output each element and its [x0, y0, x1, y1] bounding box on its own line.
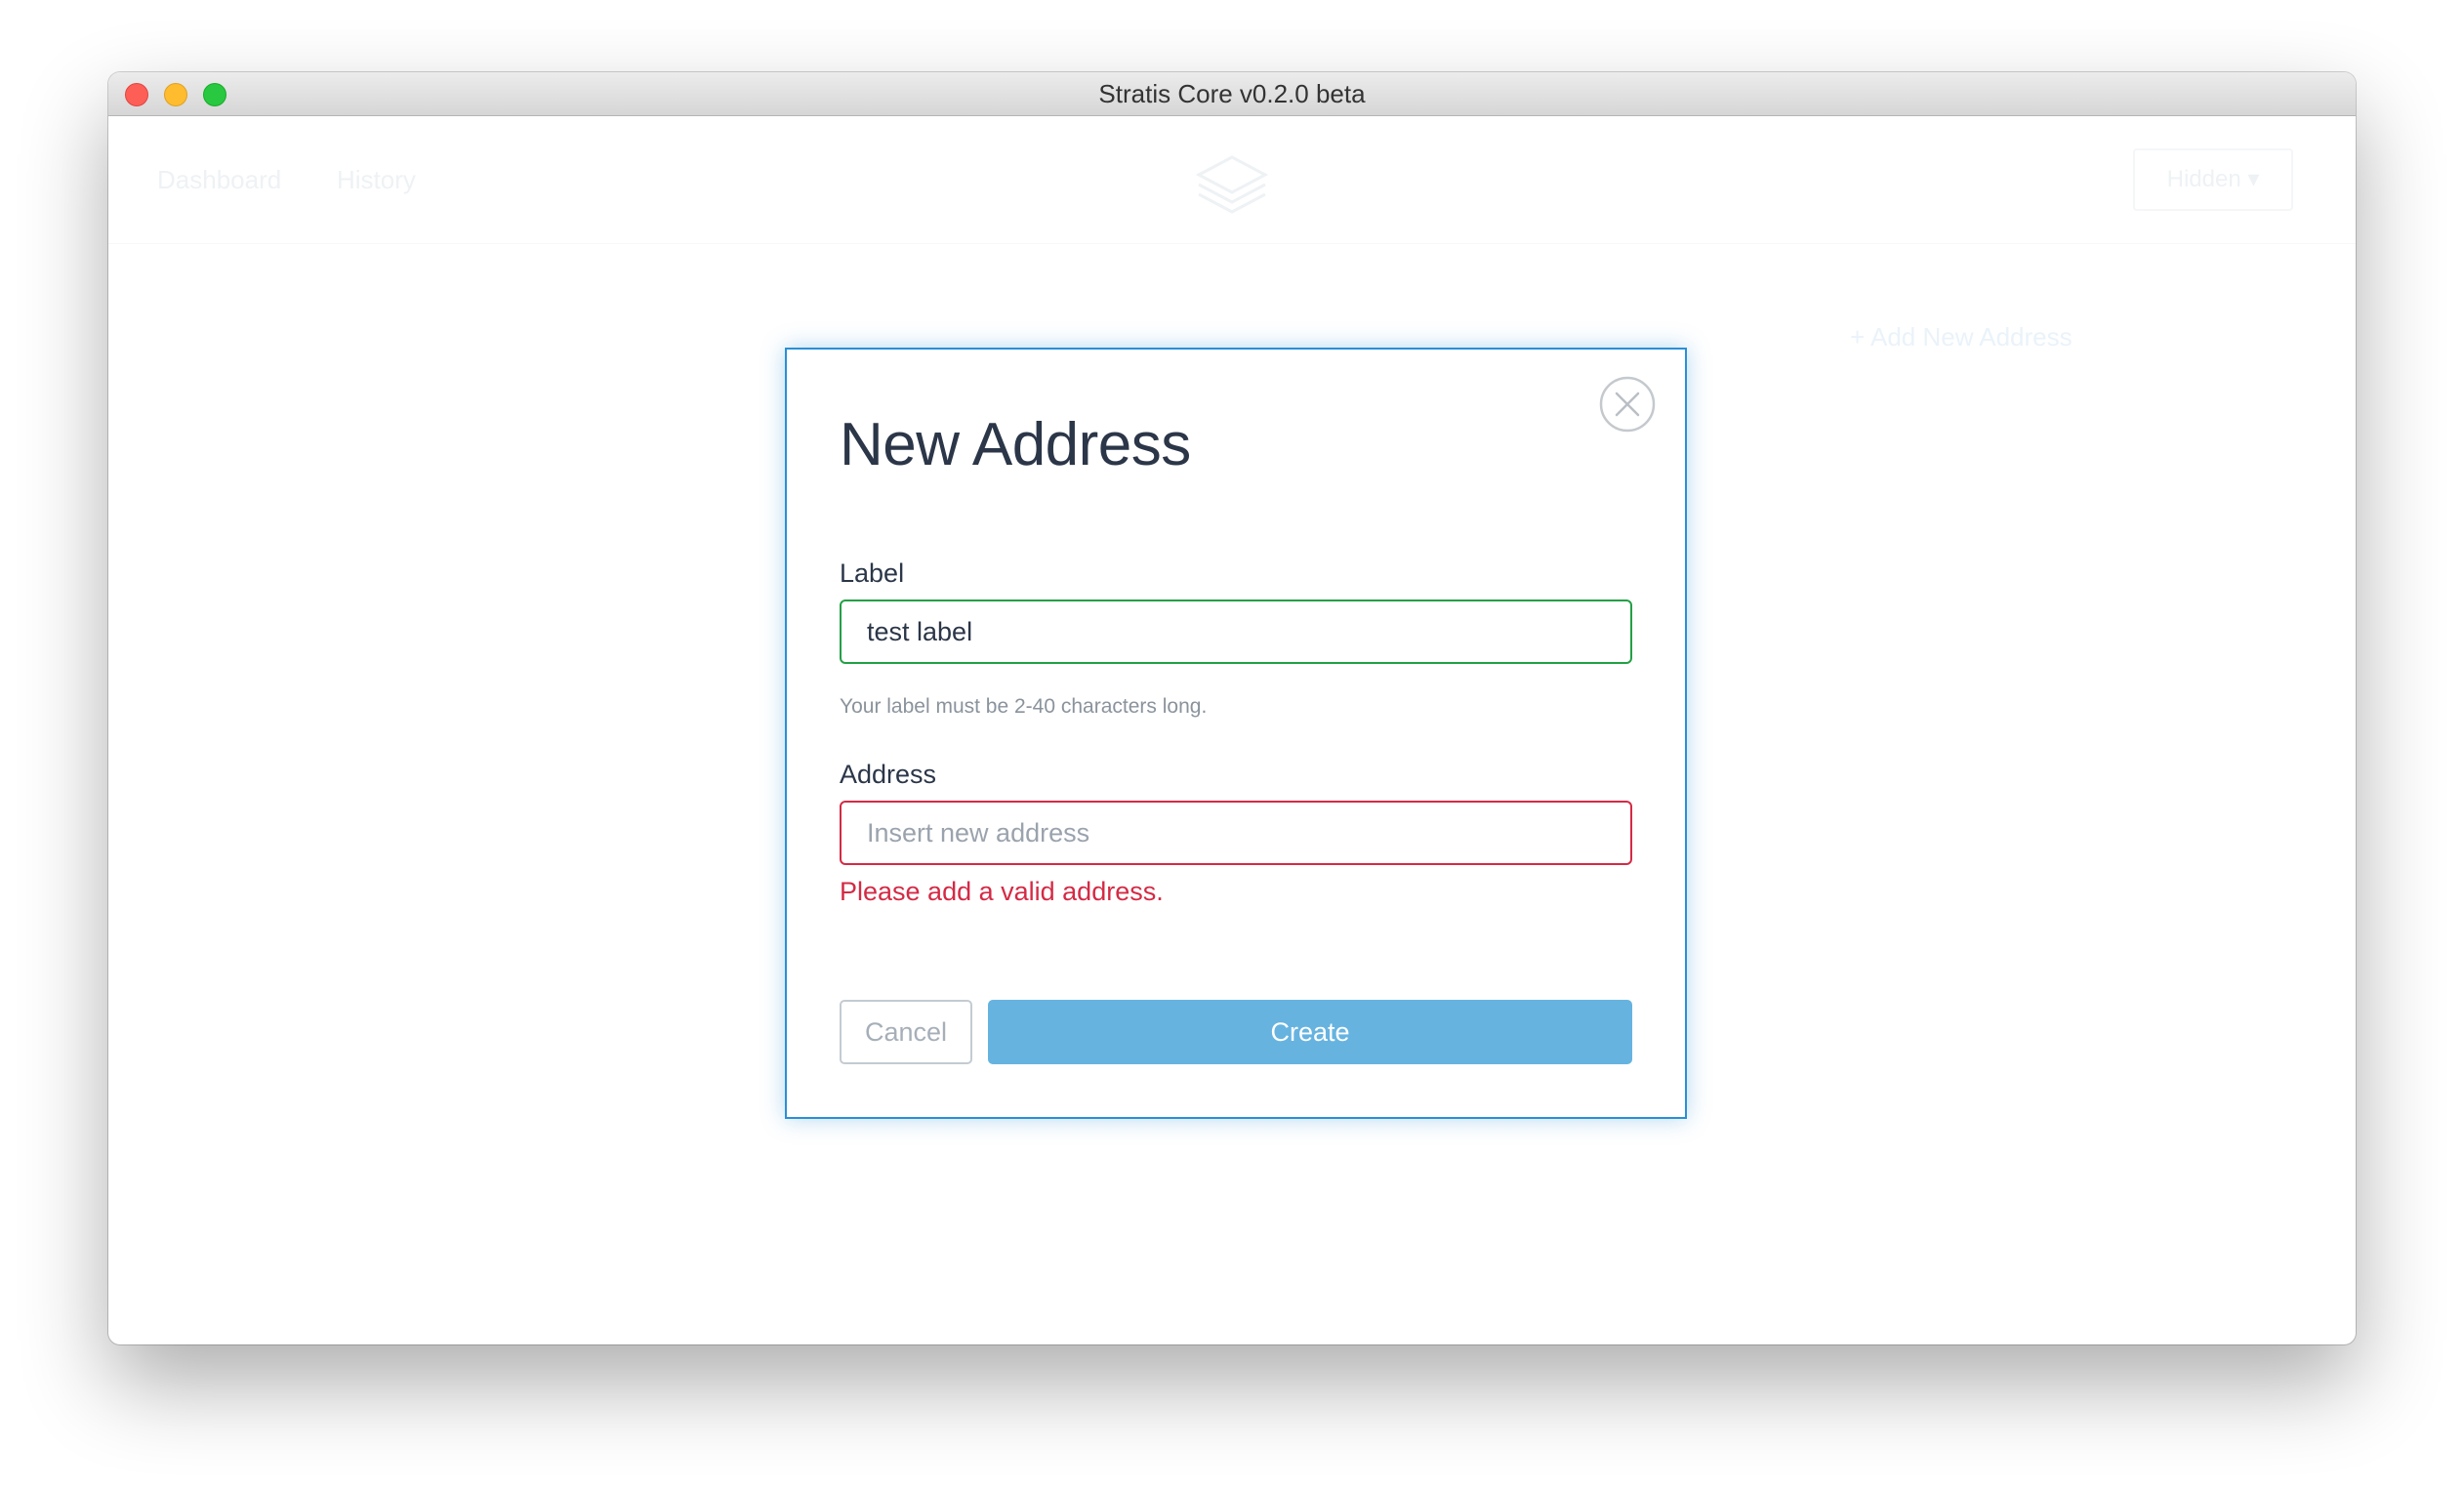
window-titlebar[interactable]: Stratis Core v0.2.0 beta — [108, 72, 2356, 116]
label-field-label: Label — [840, 558, 905, 588]
modal-title: New Address — [840, 411, 1191, 478]
label-input[interactable] — [840, 599, 1632, 664]
address-error-message: Please add a valid address. — [840, 877, 1164, 906]
add-new-address-link[interactable]: + Add New Address — [1850, 322, 2073, 352]
nav-item-dashboard[interactable]: Dashboard — [157, 165, 281, 195]
address-input[interactable] — [840, 801, 1632, 865]
new-address-modal: New Address Label Your label must be 2-4… — [785, 348, 1687, 1119]
wallet-dropdown[interactable]: Hidden ▾ — [2133, 148, 2293, 211]
nav-item-history[interactable]: History — [337, 165, 416, 195]
close-circle-icon[interactable] — [1598, 375, 1657, 434]
app-navbar: Dashboard History Hidden ▾ — [108, 116, 2356, 244]
window-title: Stratis Core v0.2.0 beta — [1098, 79, 1366, 108]
stratis-logo-icon — [1195, 155, 1269, 214]
label-hint-text: Your label must be 2-40 characters long. — [840, 695, 1208, 718]
address-field-label: Address — [840, 760, 937, 789]
cancel-button[interactable]: Cancel — [840, 1000, 972, 1064]
create-button[interactable]: Create — [988, 1000, 1632, 1064]
